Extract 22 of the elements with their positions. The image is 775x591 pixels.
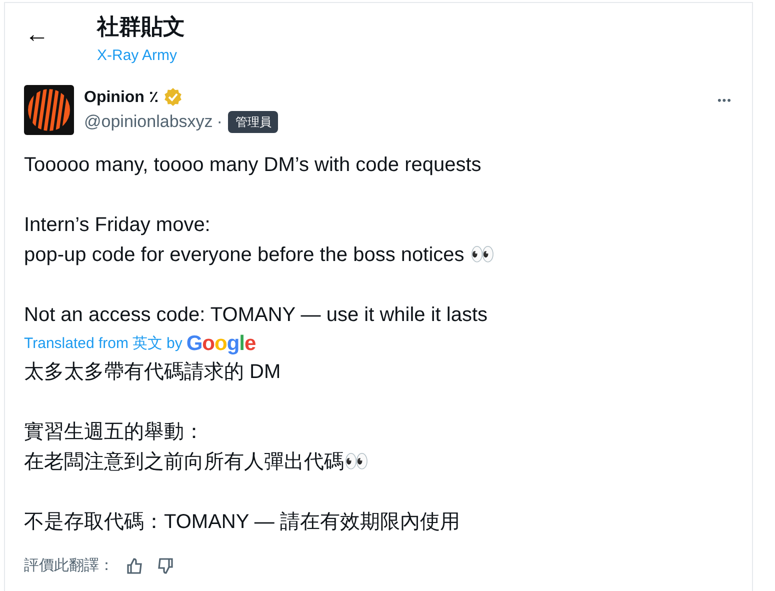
translated-text: 太多太多帶有代碼請求的 DM: [24, 360, 282, 385]
role-badge: 管理員: [228, 111, 278, 133]
thumbs-up-icon[interactable]: [126, 557, 144, 575]
more-button[interactable]: •••: [717, 95, 732, 111]
translated-text: 在老闆注意到之前向所有人彈出代碼👀: [24, 450, 370, 475]
rate-label: 評價此翻譯：: [24, 556, 114, 576]
translated-text: 不是存取代碼：TOMANY — 請在有效期限內使用: [24, 510, 461, 535]
avatar-icon[interactable]: [24, 85, 74, 135]
translated-text: 實習生週五的舉動：: [24, 420, 205, 445]
post-text: Tooooo many, toooo many DM’s with code requests: [24, 153, 482, 178]
translation-label: Translated from: [24, 334, 128, 354]
author-handle[interactable]: @opinionlabsxyz: [84, 112, 213, 132]
post-text: Not an access code: TOMANY — use it while it lasts: [24, 303, 489, 328]
separator-dot: ·: [216, 112, 222, 132]
author-name[interactable]: Opinion ٪: [84, 87, 159, 107]
translation-by: by: [166, 334, 182, 354]
post-text: Intern’s Friday move:: [24, 213, 212, 238]
thumbs-down-icon[interactable]: [156, 557, 174, 575]
post-text: pop-up code for everyone before the boss notices 👀: [24, 243, 496, 268]
page-title: 社群貼文: [97, 13, 185, 41]
google-logo: Google: [186, 333, 256, 355]
back-button[interactable]: ←: [25, 23, 59, 47]
